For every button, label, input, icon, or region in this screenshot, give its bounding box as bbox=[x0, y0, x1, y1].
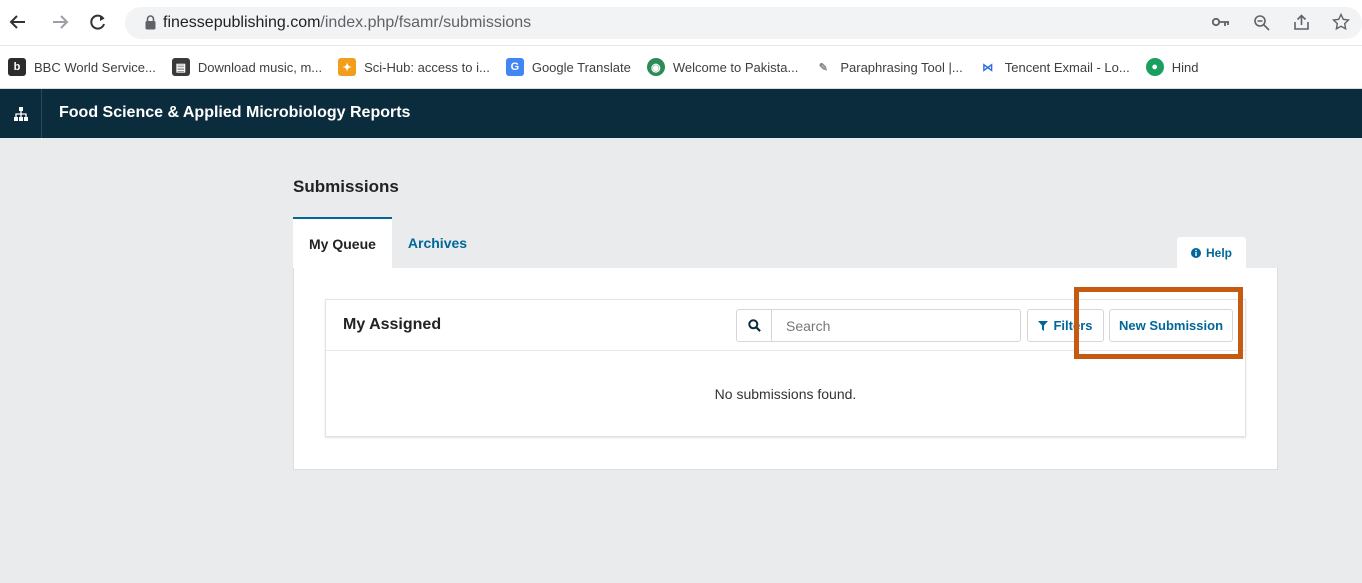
translate-icon: G bbox=[505, 58, 524, 76]
bookmark-pakistan[interactable]: ◉ Welcome to Pakista... bbox=[639, 58, 806, 76]
share-icon[interactable] bbox=[1290, 11, 1312, 33]
bookmark-scihub[interactable]: ✦ Sci-Hub: access to i... bbox=[330, 58, 498, 76]
info-icon bbox=[1190, 248, 1201, 258]
bookmark-label: Download music, m... bbox=[197, 59, 323, 75]
new-submission-button[interactable]: New Submission bbox=[1109, 309, 1233, 342]
my-assigned-card: My Assigned Filters New Submission No su… bbox=[325, 299, 1246, 437]
feather-icon: ✎ bbox=[814, 58, 833, 76]
url-bar[interactable]: finessepublishing.com/index.php/fsamr/su… bbox=[125, 7, 1362, 39]
page-title: Submissions bbox=[293, 177, 399, 196]
card-header: My Assigned Filters New Submission bbox=[326, 300, 1245, 351]
journal-title[interactable]: Food Science & Applied Microbiology Repo… bbox=[59, 104, 410, 122]
empty-message: No submissions found. bbox=[714, 386, 857, 402]
help-label: Help bbox=[1205, 246, 1232, 260]
lock-icon[interactable] bbox=[145, 15, 156, 35]
url-path: /index.php/fsamr/submissions bbox=[320, 14, 532, 31]
download-icon: ▤ bbox=[171, 58, 190, 76]
bookmark-label: Tencent Exmail - Lo... bbox=[1004, 59, 1130, 75]
bbc-icon: b bbox=[8, 58, 26, 76]
bookmark-label: Paraphrasing Tool |... bbox=[840, 59, 963, 75]
bookmark-label: Hind bbox=[1171, 59, 1199, 75]
key-icon[interactable] bbox=[1210, 11, 1232, 33]
bookmark-tencent[interactable]: ⋈ Tencent Exmail - Lo... bbox=[971, 58, 1138, 76]
zoom-icon[interactable] bbox=[1250, 11, 1272, 33]
url-text: finessepublishing.com/index.php/fsamr/su… bbox=[163, 14, 531, 32]
search-icon[interactable] bbox=[737, 310, 772, 341]
reload-icon[interactable] bbox=[86, 10, 110, 34]
url-domain: finessepublishing.com bbox=[163, 14, 321, 31]
bookmark-label: Welcome to Pakista... bbox=[672, 59, 799, 75]
back-arrow-icon[interactable] bbox=[6, 10, 30, 34]
bookmark-label: Sci-Hub: access to i... bbox=[364, 59, 490, 75]
search-box bbox=[736, 309, 1021, 342]
star-icon[interactable] bbox=[1330, 11, 1352, 33]
tab-my-queue[interactable]: My Queue bbox=[293, 217, 392, 269]
tab-bar: My Queue Archives bbox=[293, 217, 483, 269]
bookmark-download-music[interactable]: ▤ Download music, m... bbox=[164, 58, 330, 76]
bookmark-label: BBC World Service... bbox=[34, 59, 156, 75]
bookmark-hind[interactable]: ● Hind bbox=[1138, 58, 1207, 76]
url-actions bbox=[1210, 11, 1362, 33]
app-header: Food Science & Applied Microbiology Repo… bbox=[0, 89, 1362, 138]
search-input[interactable] bbox=[772, 310, 1020, 341]
tab-archives[interactable]: Archives bbox=[392, 217, 483, 269]
mail-icon: ⋈ bbox=[978, 58, 997, 76]
bookmark-google-translate[interactable]: G Google Translate bbox=[498, 58, 639, 76]
bookmark-bbc[interactable]: b BBC World Service... bbox=[0, 58, 164, 76]
browser-toolbar: finessepublishing.com/index.php/fsamr/su… bbox=[0, 0, 1362, 46]
hind-icon: ● bbox=[1145, 58, 1164, 76]
sitemap-icon[interactable] bbox=[0, 89, 42, 138]
scihub-icon: ✦ bbox=[338, 58, 357, 76]
bookmark-label: Google Translate bbox=[531, 59, 631, 75]
forward-arrow-icon[interactable] bbox=[48, 10, 72, 34]
globe-icon: ◉ bbox=[646, 58, 665, 76]
bookmarks-bar: b BBC World Service... ▤ Download music, m… bbox=[0, 46, 1362, 89]
filter-icon bbox=[1038, 320, 1049, 331]
card-title: My Assigned bbox=[343, 316, 442, 333]
filters-label: Filters bbox=[1053, 318, 1093, 333]
bookmark-paraphrasing[interactable]: ✎ Paraphrasing Tool |... bbox=[806, 58, 970, 76]
filters-button[interactable]: Filters bbox=[1027, 309, 1104, 342]
help-button[interactable]: Help bbox=[1177, 237, 1246, 269]
